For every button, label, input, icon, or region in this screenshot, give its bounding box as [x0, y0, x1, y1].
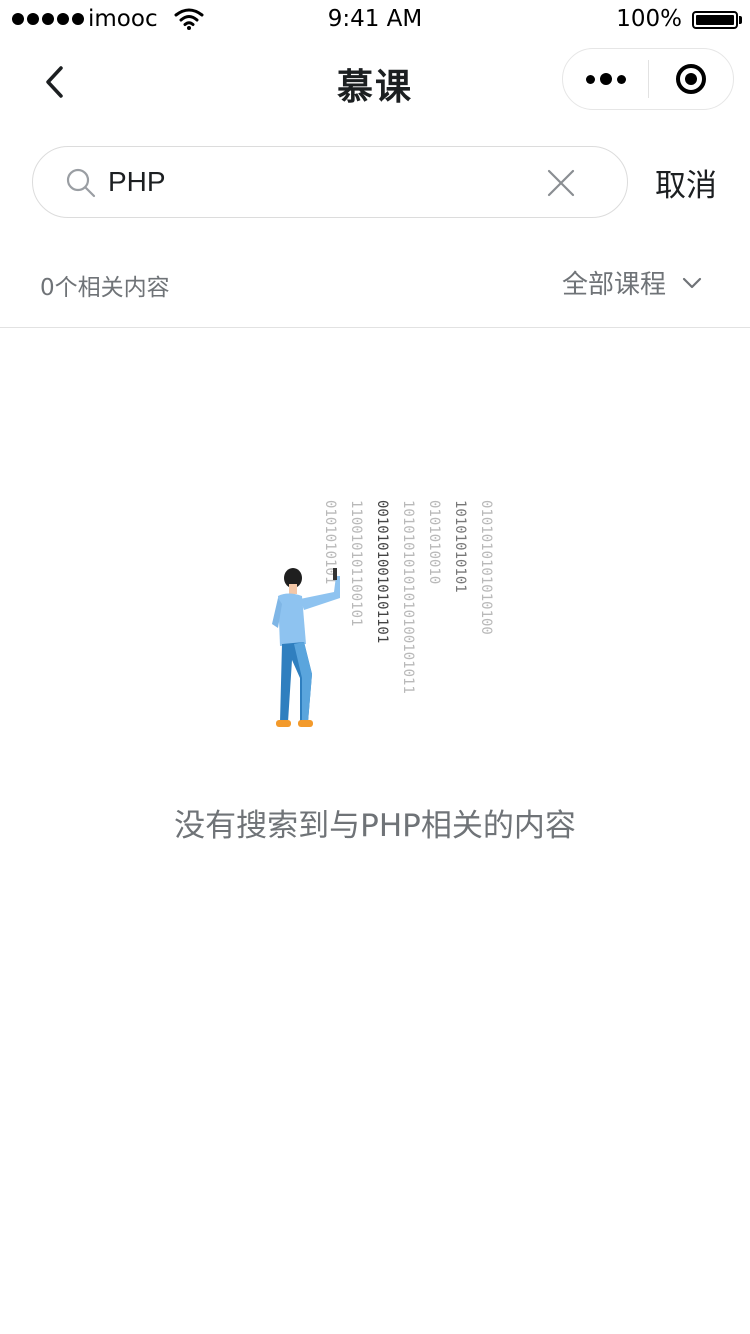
- binary-column: 110010101100101: [348, 500, 364, 626]
- close-mini-program-button[interactable]: [649, 49, 733, 109]
- status-bar: imooc 9:41 AM 100%: [0, 0, 750, 40]
- clear-search-icon[interactable]: [545, 167, 577, 199]
- battery-cap: [739, 16, 742, 24]
- binary-column: 0101010010: [426, 500, 442, 584]
- chevron-left-icon: [46, 66, 63, 98]
- more-dots-icon: [585, 74, 595, 84]
- cancel-button[interactable]: 取消: [655, 160, 717, 205]
- binary-column: 10101010101010100101011: [400, 500, 416, 694]
- target-icon: [675, 64, 706, 94]
- search-bar: [32, 146, 628, 218]
- course-category-label: 全部课程: [562, 270, 667, 300]
- course-category-dropdown[interactable]: 全部课程: [562, 264, 702, 301]
- chevron-down-icon: [682, 277, 702, 288]
- back-button[interactable]: [30, 58, 78, 106]
- more-dots-icon-right: [616, 74, 626, 84]
- empty-state-message: 没有搜索到与PHP相关的内容: [174, 808, 576, 844]
- navigation-bar: 慕课: [0, 40, 750, 124]
- more-dots-icon-center: [599, 73, 612, 85]
- person-figure: [272, 568, 340, 727]
- result-count: 0个相关内容: [40, 275, 170, 301]
- battery-icon: [692, 11, 738, 29]
- search-input[interactable]: [108, 157, 528, 207]
- more-menu-button[interactable]: [563, 49, 648, 109]
- battery-percentage: 100%: [616, 6, 682, 32]
- binary-column: 00101010010101101: [374, 500, 390, 643]
- empty-state-illustration: 0101010101 110010101100101 0010101001010…: [272, 500, 494, 727]
- filter-row: 0个相关内容 全部课程: [0, 240, 750, 328]
- binary-column: 10101010101: [452, 500, 468, 593]
- binary-column: 0101010101010100: [478, 500, 494, 635]
- mini-program-capsule: [562, 48, 734, 110]
- search-icon: [66, 168, 96, 198]
